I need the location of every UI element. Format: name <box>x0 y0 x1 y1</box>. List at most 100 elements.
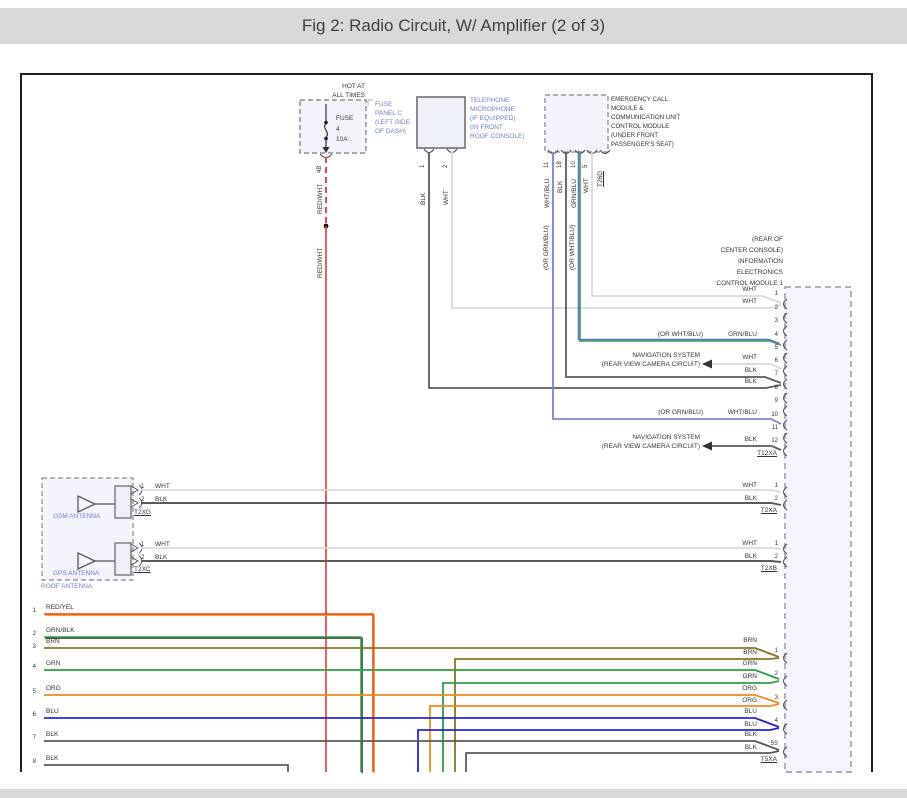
harness-label-1: RED/YEL <box>46 604 74 612</box>
harness-num-3: 3 <box>24 644 36 652</box>
t2xb-wire-1: WHT <box>657 540 757 548</box>
t2xa-pin-2: 2 <box>756 496 778 504</box>
fuse-panel-name4: OF DASH) <box>375 128 406 136</box>
fuse-panel-name: FUSE <box>375 101 392 109</box>
t12xa-wire-7b: BLK <box>657 378 757 386</box>
t2xa-wire-1: WHT <box>657 482 757 490</box>
t5xa-wire-2b: GRN <box>657 673 757 681</box>
emergency-alt1-label: (OR GRN/BLU) <box>543 225 551 270</box>
emergency-pin-18: 18 <box>557 161 565 168</box>
t5xa-pin-3: 3 <box>756 695 778 703</box>
t12xa-pin-10: 10 <box>756 412 778 420</box>
emergency-wire2-label: BLK <box>557 181 565 193</box>
emergency-wire3-label: GRN/BLU <box>571 179 579 208</box>
telephone-pin2: 2 <box>443 165 451 168</box>
t5xa-pin-1: 1 <box>756 648 778 656</box>
wire-blk-8 <box>44 765 288 772</box>
harness-label-3: BRN <box>46 638 60 646</box>
t5xa-wire-2a: GRN <box>657 660 757 668</box>
fuse-panel-name3: (LEFT SIDE <box>375 119 410 127</box>
gps-antenna-label: GPS ANTENNA <box>53 570 99 578</box>
telephone-wire2-label: WHT <box>443 190 451 205</box>
t5xa-wire-5b: BLK <box>657 744 757 752</box>
emergency-name3: COMMUNICATION UNIT <box>611 114 680 122</box>
t2xb-wire-2: BLK <box>657 553 757 561</box>
t5xa-wire-1a: BRN <box>657 637 757 645</box>
nav-note-1-line1: NAVIGATION SYSTEM <box>540 352 700 360</box>
telephone-name4: (IN FRONT <box>470 124 503 132</box>
harness-label-4: GRN <box>46 660 60 668</box>
telephone-wire1-label: BLK <box>420 193 428 205</box>
emergency-wire4-label: WHT <box>583 178 591 193</box>
t12xa-pin-9: 9 <box>756 398 778 406</box>
emergency-name6: PASSENGER'S SEAT) <box>611 141 674 149</box>
emergency-pin-5: 5 <box>583 165 591 168</box>
t5xa-pin-2: 2 <box>756 671 778 679</box>
module1-name4: ELECTRONICS <box>683 269 783 277</box>
t12xa-pin-12: 12 <box>756 438 778 446</box>
telephone-name3: (IF EQUIPPED) <box>470 115 516 123</box>
gsm-antenna-label: GSM ANTENNA <box>53 513 100 521</box>
t12xa-pin-8: 8 <box>756 385 778 393</box>
harness-num-1: 1 <box>24 608 36 616</box>
t5xa-wire-4b: BLU <box>657 721 757 729</box>
t12xa-pin-2: 2 <box>756 305 778 313</box>
emergency-pin-11: 11 <box>544 162 552 168</box>
nav-note-1-line2: (REAR VIEW CAMERA CIRCUIT) <box>540 361 700 369</box>
gsm-wire-1: WHT <box>155 483 170 491</box>
t12xa-pin-3: 3 <box>756 318 778 326</box>
t2xa-pin-1: 1 <box>756 483 778 491</box>
t12xa-pin-4: 4 <box>756 332 778 340</box>
t12xa-pin-5: 5 <box>756 345 778 353</box>
t5xa-wire-3b: ORG <box>657 697 757 705</box>
t12xa-pin-1: 1 <box>756 291 778 299</box>
connector-t2xg: T2XG <box>134 509 151 517</box>
gps-pin-2: 2 <box>141 555 144 563</box>
red-wht-label-lower: RED/WHT <box>317 248 325 278</box>
emergency-name5: (UNDER FRONT <box>611 132 658 140</box>
t5xa-pin-5s: 5S <box>756 741 778 749</box>
fuse-number: 4 <box>336 126 340 134</box>
t5xa-wire-1b: BRN <box>657 649 757 657</box>
telephone-microphone-box <box>417 97 465 153</box>
t12xa-wire-1b: WHT <box>657 298 757 306</box>
connector-t2xb: T2XB <box>697 565 777 573</box>
fuse-connector-cup <box>320 154 332 158</box>
harness-num-4: 4 <box>24 664 36 672</box>
emergency-name4: CONTROL MODULE <box>611 123 669 131</box>
label-bracket <box>368 100 373 106</box>
harness-label-5: ORG <box>46 685 61 693</box>
fuse-pin-4b: 4B <box>317 166 325 173</box>
fuse-rating: 10A <box>336 136 348 144</box>
t12xa-wire-1a: WHT <box>657 286 757 294</box>
emergency-pin-10: 10 <box>571 161 579 168</box>
module1-name: (REAR OF <box>683 236 783 244</box>
nav-note-2-line2: (REAR VIEW CAMERA CIRCUIT) <box>540 443 700 451</box>
gps-pin-1: 1 <box>141 542 144 550</box>
roof-antenna-label: ROOF ANTENNA <box>41 583 92 591</box>
emergency-name2: MODULE & <box>611 105 643 113</box>
emergency-module-box <box>545 95 610 154</box>
t5xa-wire-5a: BLK <box>657 731 757 739</box>
red-wht-label-upper: RED/WHT <box>317 184 325 214</box>
connector-t2xc: T2XC <box>134 566 151 574</box>
connector-t5xa: T5XA <box>697 756 777 764</box>
gsm-pin-2: 2 <box>141 497 144 505</box>
harness-label-7: BLK <box>46 731 58 739</box>
fuse-word: FUSE <box>336 115 353 123</box>
harness-label-8: BLK <box>46 755 58 763</box>
t12xa-wire-4: GRN/BLU <box>657 331 757 339</box>
t2xb-pin-1: 1 <box>756 541 778 549</box>
wire-grn-blk <box>44 637 362 773</box>
t12xa-wire-10: WHT/BLU <box>657 409 757 417</box>
hot-at-label2: ALL TIMES <box>295 92 365 100</box>
fuse-panel-name2: PANEL C <box>375 110 402 118</box>
telephone-name2: MICROPHONE <box>470 106 515 114</box>
emergency-name: EMERGENCY CALL <box>611 96 668 104</box>
connector-t26d: T26D <box>597 171 605 187</box>
t12xa-pin-7: 7 <box>756 371 778 379</box>
nav-note-2-line1: NAVIGATION SYSTEM <box>540 434 700 442</box>
harness-num-6: 6 <box>24 712 36 720</box>
harness-num-5: 5 <box>24 689 36 697</box>
module1-name2: CENTER CONSOLE) <box>683 247 783 255</box>
